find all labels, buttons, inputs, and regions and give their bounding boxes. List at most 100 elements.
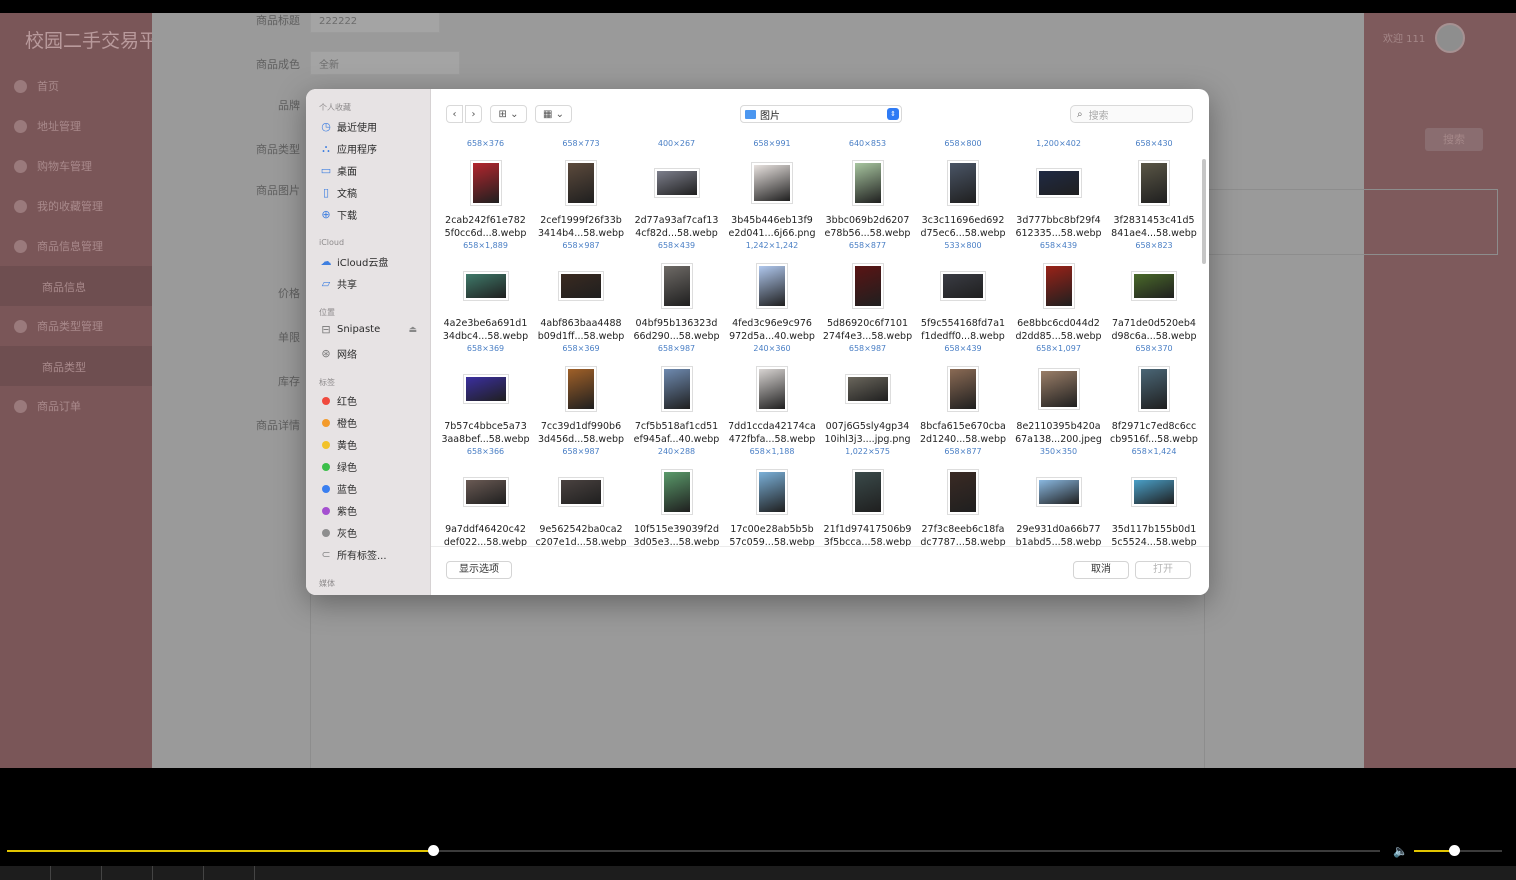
file-name-line: 3414b4...58.webp: [537, 227, 625, 239]
show-options-button[interactable]: 显示选项: [446, 561, 512, 579]
file-item[interactable]: 10f515e39039f2d 3d05e3...58.webp: [629, 468, 724, 546]
file-name: 7cc39d1df990b6 3d456d...58.webp: [534, 421, 629, 446]
file-item[interactable]: 7cc39d1df990b6 3d456d...58.webp 658×987: [534, 365, 629, 465]
file-item[interactable]: 3d777bbc8bf29f4 612335...58.webp 658×439: [1011, 159, 1106, 259]
file-thumbnail: [941, 272, 985, 300]
file-item[interactable]: 3c3c11696ed692 d75ec6...58.webp 533×800: [916, 159, 1011, 259]
sidebar-item-home[interactable]: 首页: [14, 76, 59, 96]
progress-handle[interactable]: [427, 845, 439, 856]
app-search-button[interactable]: 搜索: [1425, 128, 1483, 151]
detail-editor[interactable]: [310, 588, 1205, 768]
file-item[interactable]: 2cef1999f26f33b 3414b4...58.webp 658×987: [534, 159, 629, 259]
file-item[interactable]: 5f9c554168fd7a1 f1dedff0...8.webp 658×439: [916, 262, 1011, 362]
file-item[interactable]: 9e562542ba0ca2 c207e1d...58.webp: [534, 468, 629, 546]
file-item[interactable]: 6e8bbc6cd044d2 d2dd85...58.webp 658×1,097: [1011, 262, 1106, 362]
file-name: 9a7ddf46420c42 def022...58.webp: [438, 524, 533, 546]
file-dimensions: 533×800: [944, 241, 982, 250]
sidebar-item-goods-info[interactable]: 商品信息: [0, 266, 152, 306]
file-item[interactable]: 04bf95b136323d 66d290...58.webp 658×987: [629, 262, 724, 362]
file-dimensions: 240×360: [753, 344, 791, 353]
file-item[interactable]: 3f2831453c41d5 841ae4...58.webp 658×823: [1107, 159, 1202, 259]
sidebar-item-icloud-drive[interactable]: ☁ iCloud云盘: [320, 254, 389, 269]
file-item[interactable]: 8f2971c7ed8c6cc cb9516f...58.webp 658×1,42…: [1107, 365, 1202, 465]
sidebar-item-order[interactable]: 商品订单: [14, 396, 81, 416]
speaker-icon[interactable]: 🔈: [1393, 844, 1408, 858]
tag-purple[interactable]: 紫色: [320, 503, 357, 518]
file-item[interactable]: 3bbc069b2d6207 e78b56...58.webp 658×877: [820, 159, 915, 259]
search-field[interactable]: ⌕ 搜索: [1070, 105, 1193, 123]
location-popup[interactable]: 图片 ⇕: [740, 105, 902, 123]
all-tags[interactable]: ⊂ 所有标签...: [320, 547, 386, 562]
file-name-line: 66d290...58.webp: [633, 330, 720, 342]
file-item[interactable]: 007j6G5sly4gp34 10ihl3j3....jpg.png 1,022×…: [820, 365, 915, 465]
eject-icon[interactable]: ⏏: [408, 325, 417, 335]
sidebar-item-goods-type[interactable]: 商品类型: [0, 346, 152, 386]
volume-handle[interactable]: [1448, 845, 1460, 856]
sidebar-item-address[interactable]: 地址管理: [14, 116, 81, 136]
file-item[interactable]: 9a7ddf46420c42 def022...58.webp: [438, 468, 533, 546]
tag-dot-icon: [322, 418, 330, 427]
file-item[interactable]: 8e2110395b420a 67a138...200.jpeg 350×350: [1011, 365, 1106, 465]
file-name: 007j6G5sly4gp34 10ihl3j3....jpg.png: [820, 421, 915, 446]
file-name-line: 35d117b155b0d1: [1111, 524, 1197, 535]
file-item[interactable]: 3b45b446eb13f9 e2d041...6j66.png 1,242×1,2…: [725, 159, 820, 259]
file-thumbnail: [559, 272, 603, 300]
cancel-button[interactable]: 取消: [1073, 561, 1129, 579]
avatar[interactable]: [1435, 23, 1465, 53]
sidebar-item-shared[interactable]: ▱ 共享: [320, 276, 357, 291]
tag-red[interactable]: 红色: [320, 393, 357, 408]
sidebar-item-snipaste[interactable]: ⊟ Snipaste ⏏: [320, 324, 417, 335]
file-item[interactable]: 5d86920c6f7101 274f4e3...58.webp 658×987: [820, 262, 915, 362]
sidebar-item-recents[interactable]: ◷ 最近使用: [320, 119, 377, 134]
app-sidebar: 校园二手交易平 首页 地址管理 购物车管理 我的收藏管理 商品信息管理 商品信息…: [0, 13, 158, 768]
form-label-limit: 单限: [278, 331, 300, 344]
file-item[interactable]: 7b57c4bbce5a73 3aa8bef...58.webp 658×366: [438, 365, 533, 465]
sidebar-item-favorite[interactable]: 我的收藏管理: [14, 196, 103, 216]
sidebar-item-documents[interactable]: ▯ 文稿: [320, 185, 357, 200]
open-button[interactable]: 打开: [1135, 561, 1191, 579]
file-item[interactable]: 7cf5b518af1cd51 ef945af...40.webp 240×288: [629, 365, 724, 465]
cloud-icon: ☁: [320, 255, 332, 268]
file-item[interactable]: 4a2e3be6a691d1 34dbc4...58.webp 658×369: [438, 262, 533, 362]
file-dimensions: 658×800: [944, 139, 982, 148]
file-item[interactable]: 29e931d0a66b77 b1abd5...58.webp: [1011, 468, 1106, 546]
file-item[interactable]: 35d117b155b0d1 5c5524...58.webp: [1107, 468, 1202, 546]
chevron-left-icon: ‹: [452, 108, 457, 120]
file-dimensions: 658×1,424: [1131, 447, 1177, 456]
tag-blue[interactable]: 蓝色: [320, 481, 357, 496]
file-item[interactable]: 21f1d97417506b9 3f5bcca...58.webp: [820, 468, 915, 546]
file-item[interactable]: 7dd1ccda42174ca 472fbfa...58.webp 658×1,18…: [725, 365, 820, 465]
sidebar-item-desktop[interactable]: ▭ 桌面: [320, 163, 357, 178]
scrollbar[interactable]: [1202, 159, 1206, 264]
file-dimensions: 658×1,188: [749, 447, 795, 456]
sidebar-item-goods[interactable]: 商品信息管理: [14, 236, 103, 256]
file-item[interactable]: 27f3c8eeb6c18fa dc7787...58.webp: [916, 468, 1011, 546]
file-item[interactable]: 4fed3c96e9c976 972d5a...40.webp 240×360: [725, 262, 820, 362]
file-item[interactable]: 2cab242f61e782 5f0cc6d...8.webp 658×1,889: [438, 159, 533, 259]
tag-gray[interactable]: 灰色: [320, 525, 357, 540]
form-label-price: 价格: [278, 287, 300, 300]
file-item[interactable]: 17c00e28ab5b5b 57c059...58.webp: [725, 468, 820, 546]
condition-select[interactable]: 全新: [310, 51, 460, 75]
tag-green[interactable]: 绿色: [320, 459, 357, 474]
file-item[interactable]: 8bcfa615e670cba 2d1240...58.webp 658×877: [916, 365, 1011, 465]
forward-button[interactable]: ›: [465, 105, 482, 123]
title-field[interactable]: 222222: [310, 13, 440, 33]
sidebar-item-network[interactable]: ⊛ 网络: [320, 346, 357, 361]
sidebar-item-applications[interactable]: ⛬ 应用程序: [320, 141, 377, 156]
video-player-controls: 🔈: [0, 768, 1516, 880]
file-item[interactable]: 7a71de0d520eb4 d98c6a...58.webp 658×370: [1107, 262, 1202, 362]
tag-yellow[interactable]: 黄色: [320, 437, 357, 452]
file-item[interactable]: 2d77a93af7caf13 4cf82d...58.webp 658×439: [629, 159, 724, 259]
sidebar-item-type[interactable]: 商品类型管理: [14, 316, 103, 336]
file-dimensions: 350×350: [1039, 447, 1078, 456]
back-button[interactable]: ‹: [446, 105, 463, 123]
file-name: 10f515e39039f2d 3d05e3...58.webp: [629, 524, 724, 546]
sidebar-item-cart[interactable]: 购物车管理: [14, 156, 92, 176]
file-name: 8bcfa615e670cba 2d1240...58.webp: [916, 421, 1011, 446]
sidebar-item-downloads[interactable]: ⊕ 下载: [320, 207, 357, 222]
tag-orange[interactable]: 橙色: [320, 415, 357, 430]
view-mode-button[interactable]: ⊞ ⌄: [490, 105, 527, 123]
group-button[interactable]: ▦ ⌄: [535, 105, 572, 123]
file-item[interactable]: 4abf863baa4488 b09d1ff...58.webp 658×369: [534, 262, 629, 362]
